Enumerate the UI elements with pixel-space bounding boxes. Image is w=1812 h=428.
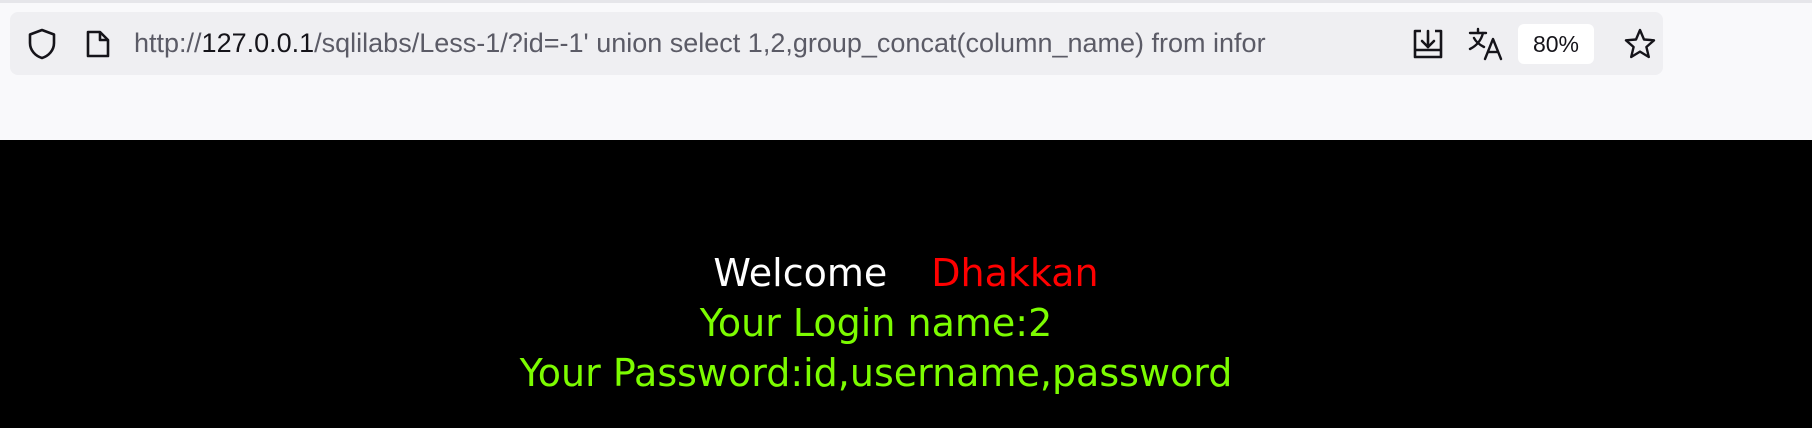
star-icon[interactable] bbox=[1622, 26, 1658, 62]
welcome-line: Welcome Dhakkan bbox=[0, 250, 1812, 296]
download-icon[interactable] bbox=[1410, 26, 1446, 62]
url-overflow-fade bbox=[1366, 12, 1406, 75]
zoom-level-button[interactable]: 80% bbox=[1518, 24, 1594, 64]
toolbar-top-border bbox=[0, 0, 1812, 3]
url-host: 127.0.0.1 bbox=[201, 28, 315, 58]
password-result: Your Password:id,username,password bbox=[519, 351, 1233, 395]
translate-icon[interactable] bbox=[1468, 26, 1504, 62]
url-text[interactable]: http://127.0.0.1/sqlilabs/Less-1/?id=-1'… bbox=[134, 12, 1396, 75]
address-bar[interactable]: http://127.0.0.1/sqlilabs/Less-1/?id=-1'… bbox=[10, 12, 1663, 75]
welcome-label: Welcome bbox=[713, 251, 888, 295]
welcome-name: Dhakkan bbox=[931, 251, 1099, 295]
shield-icon[interactable] bbox=[26, 28, 58, 60]
page-icon bbox=[82, 28, 114, 60]
browser-toolbar: http://127.0.0.1/sqlilabs/Less-1/?id=-1'… bbox=[0, 0, 1812, 140]
page-content: Welcome Dhakkan Your Login name:2 Your Pa… bbox=[0, 140, 1812, 428]
url-path: /sqlilabs/Less-1/?id=-1' union select 1,… bbox=[314, 28, 1266, 58]
login-name-result: Your Login name:2 bbox=[699, 301, 1053, 345]
url-scheme: http:// bbox=[134, 28, 202, 58]
